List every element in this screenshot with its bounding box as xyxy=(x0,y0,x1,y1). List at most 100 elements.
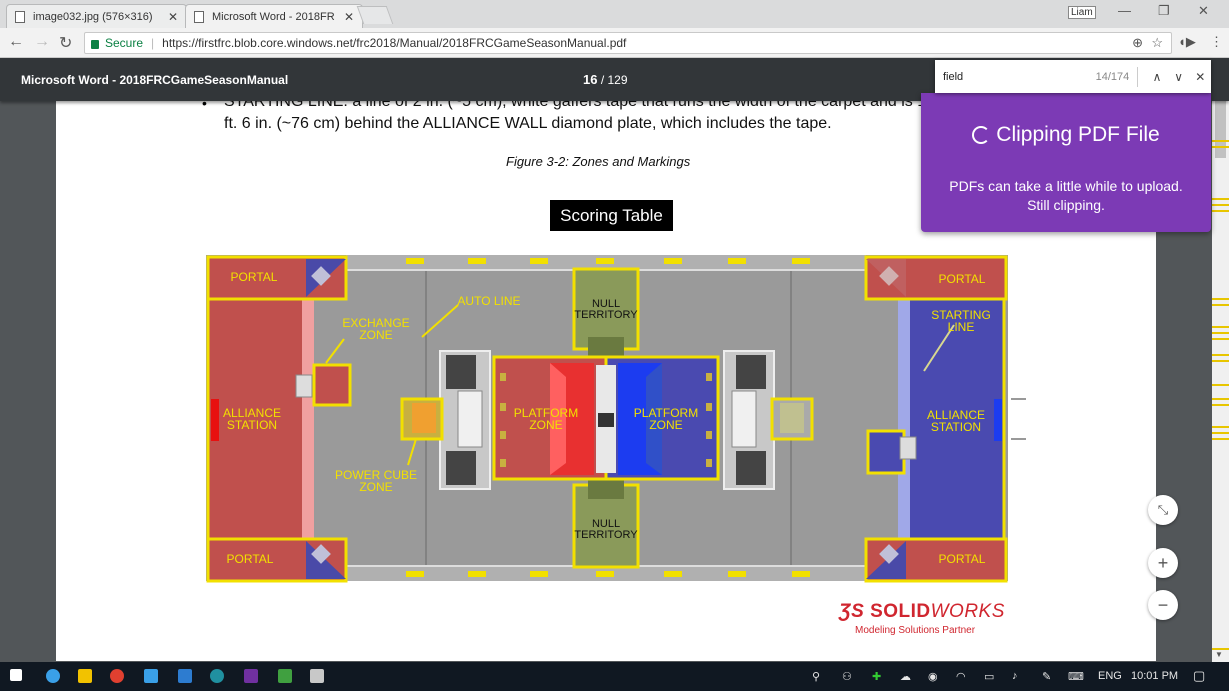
find-next-icon[interactable]: ∨ xyxy=(1168,70,1190,84)
notifications-icon[interactable]: ▢ xyxy=(1193,668,1205,684)
menu-icon[interactable]: ⋮ xyxy=(1210,34,1223,50)
find-bar: field 14/174 ∧ ∨ ✕ xyxy=(935,60,1211,93)
alliance-station-label: STATION xyxy=(931,420,981,434)
field-diagram: PORTAL PORTAL PORTAL PORTAL EXCHANGE ZON… xyxy=(206,255,1026,583)
total-pages: 129 xyxy=(607,73,628,87)
chrome-icon[interactable] xyxy=(110,669,124,683)
notification-message: Still clipping. xyxy=(1027,197,1105,213)
volume-icon[interactable]: ♪ xyxy=(1012,670,1018,682)
null-territory-label: TERRITORY xyxy=(574,529,638,541)
portal-label: PORTAL xyxy=(231,270,278,284)
browser-toolbar: ← → ↻ Secure | https://firstfrc.blob.cor… xyxy=(0,28,1229,58)
pdf-title: Microsoft Word - 2018FRCGameSeasonManual xyxy=(21,73,289,87)
bookmark-star-icon[interactable]: ☆ xyxy=(1151,35,1163,51)
portal-label: PORTAL xyxy=(939,552,986,566)
close-window-icon[interactable]: ✕ xyxy=(1198,3,1209,19)
taskbar: ⚲ ⚇ ✚ ☁ ◉ ◠ ▭ ♪ ✎ ⌨ ENG 10:01 PM ▢ xyxy=(0,662,1229,691)
wifi-icon[interactable]: ◠ xyxy=(956,670,966,683)
portal-label: PORTAL xyxy=(939,272,986,286)
forward-icon[interactable]: → xyxy=(34,33,50,51)
starting-line-label: LINE xyxy=(948,320,975,334)
address-bar[interactable]: Secure | https://firstfrc.blob.core.wind… xyxy=(84,32,1172,54)
reload-icon[interactable]: ↻ xyxy=(59,33,72,53)
fit-page-icon: ⤡ xyxy=(1157,502,1169,517)
portal-label: PORTAL xyxy=(227,552,274,566)
close-tab-icon[interactable]: ✕ xyxy=(168,10,178,24)
notification-title: Clipping PDF File xyxy=(996,123,1160,146)
new-tab-button[interactable] xyxy=(356,6,394,24)
clipping-notification: Clipping PDF File PDFs can take a little… xyxy=(921,93,1211,232)
language-indicator[interactable]: ENG xyxy=(1098,670,1122,682)
tab-strip: image032.jpg (576×316) ✕ Microsoft Word … xyxy=(0,0,1229,28)
scoring-table-label: Scoring Table xyxy=(550,200,673,231)
bullet: • xyxy=(202,101,207,111)
close-tab-icon[interactable]: ✕ xyxy=(344,10,354,24)
divider: | xyxy=(151,36,155,50)
notification-message: PDFs can take a little while to upload. xyxy=(949,178,1183,194)
body-text: ft. 6 in. (~76 cm) behind the ALLIANCE W… xyxy=(224,115,832,132)
app-icon[interactable] xyxy=(210,669,224,683)
keyboard-icon[interactable]: ⌨ xyxy=(1068,670,1084,683)
lock-icon xyxy=(91,39,99,49)
logo-subtitle: Modeling Solutions Partner xyxy=(855,625,976,636)
scroll-down-icon[interactable]: ▼ xyxy=(1215,650,1223,659)
plus-icon: + xyxy=(1157,552,1169,573)
alliance-station-label: STATION xyxy=(227,418,277,432)
figure-caption: Figure 3-2: Zones and Markings xyxy=(506,154,691,169)
app-icon[interactable] xyxy=(278,669,292,683)
solidworks-logo: ƷS SOLIDWORKS Modeling Solutions Partner xyxy=(839,601,1005,636)
edge-icon[interactable] xyxy=(46,669,60,683)
page-icon xyxy=(15,10,25,23)
zoom-in-button[interactable]: + xyxy=(1148,548,1178,578)
windows-start-icon[interactable] xyxy=(10,669,22,681)
profile-button[interactable]: Liam xyxy=(1068,6,1096,19)
tab-pdf[interactable]: Microsoft Word - 2018FR ✕ xyxy=(185,4,363,28)
tray-icon[interactable]: ⚇ xyxy=(842,670,852,683)
tab-label: image032.jpg (576×316) xyxy=(33,10,153,23)
scrollbar[interactable]: ▲ ▼ xyxy=(1212,58,1229,662)
mail-icon[interactable] xyxy=(178,669,192,683)
file-explorer-icon[interactable] xyxy=(78,669,92,683)
find-input[interactable]: field xyxy=(943,71,1070,83)
logo-solid: SOLID xyxy=(870,601,931,622)
tab-image[interactable]: image032.jpg (576×316) ✕ xyxy=(6,4,187,28)
back-icon[interactable]: ← xyxy=(8,33,24,51)
cloud-icon[interactable]: ☁ xyxy=(900,670,911,683)
platform-zone-label: ZONE xyxy=(649,418,682,432)
current-page[interactable]: 16 xyxy=(583,72,597,87)
clock[interactable]: 10:01 PM xyxy=(1131,670,1178,682)
zoom-out-button[interactable]: − xyxy=(1148,590,1178,620)
find-close-icon[interactable]: ✕ xyxy=(1189,70,1211,84)
people-icon[interactable]: ⚲ xyxy=(812,670,820,683)
security-icon[interactable]: ✚ xyxy=(872,670,881,683)
secure-label: Secure xyxy=(105,36,144,50)
spinner-icon xyxy=(972,126,991,144)
find-count: 14/174 xyxy=(1095,70,1130,83)
page-separator: / xyxy=(600,73,605,87)
fit-page-button[interactable]: ⤡ xyxy=(1148,495,1178,525)
null-territory-label: TERRITORY xyxy=(574,309,638,321)
power-cube-zone-label: ZONE xyxy=(359,480,392,494)
app-icon[interactable] xyxy=(310,669,324,683)
onenote-icon[interactable] xyxy=(244,669,258,683)
platform-zone-label: ZONE xyxy=(529,418,562,432)
tab-label: Microsoft Word - 2018FR xyxy=(212,10,335,23)
pen-icon[interactable]: ✎ xyxy=(1042,670,1051,683)
auto-line-label: AUTO LINE xyxy=(457,294,520,308)
minimize-icon[interactable]: — xyxy=(1118,3,1131,18)
store-icon[interactable] xyxy=(144,669,158,683)
page-indicator: 16 / 129 xyxy=(583,72,628,87)
minus-icon: − xyxy=(1157,594,1169,615)
zoom-icon[interactable]: ⊕ xyxy=(1132,35,1143,51)
logo-works: WORKS xyxy=(930,601,1005,622)
url-text[interactable]: https://firstfrc.blob.core.windows.net/f… xyxy=(162,36,626,50)
page-icon xyxy=(194,10,204,23)
tray-icon[interactable]: ◉ xyxy=(928,670,938,683)
divider xyxy=(1137,66,1139,87)
find-previous-icon[interactable]: ∧ xyxy=(1146,70,1168,84)
battery-icon[interactable]: ▭ xyxy=(984,670,994,683)
extension-icon[interactable]: ◖▶ xyxy=(1178,34,1196,50)
restore-icon[interactable]: ❐ xyxy=(1158,3,1170,19)
exchange-zone-label: ZONE xyxy=(359,328,392,342)
cut-off-text: STARTING LINE: a line of 2 in. (~5 cm), … xyxy=(224,101,936,110)
